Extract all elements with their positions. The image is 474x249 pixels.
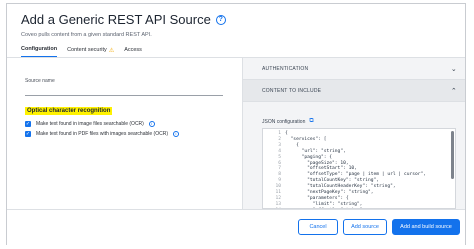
cancel-button[interactable]: Cancel: [298, 219, 338, 235]
source-name-input[interactable]: [25, 86, 223, 96]
json-config-label: JSON configuration ⧉: [262, 118, 314, 125]
dialog-header: Add a Generic REST API Source ? Coveo pu…: [21, 12, 226, 38]
line-numbers: 123456789101112131415161718: [263, 131, 281, 208]
add-source-button[interactable]: Add source: [343, 219, 387, 235]
ocr-section-title: Optical character recognition: [25, 107, 113, 115]
ocr-pdf-option: ✓ Make text found in PDF files with imag…: [25, 131, 230, 137]
ocr-image-label: Make text found in image files searchabl…: [36, 121, 144, 127]
settings-panel: AUTHENTICATION ⌄ CONTENT TO INCLUDE ⌃ JS…: [242, 58, 465, 209]
help-icon[interactable]: ?: [215, 14, 226, 25]
warning-icon: ⚠: [108, 47, 115, 54]
copy-icon[interactable]: ⧉: [309, 118, 313, 125]
authentication-accordion[interactable]: AUTHENTICATION ⌄: [243, 58, 465, 80]
json-editor[interactable]: 123456789101112131415161718 { "services"…: [262, 128, 456, 209]
json-code[interactable]: { "services": [ { "url": "string", "pagi…: [285, 131, 426, 208]
info-icon[interactable]: i: [148, 121, 155, 127]
chevron-down-icon: ⌄: [450, 65, 457, 73]
chevron-up-icon: ⌃: [450, 87, 457, 95]
dialog-title: Add a Generic REST API Source: [21, 12, 211, 27]
dialog-footer: Cancel Add source Add and build source: [7, 209, 465, 245]
editor-scrollbar[interactable]: [451, 131, 454, 179]
ocr-image-option: ✓ Make text found in image files searcha…: [25, 121, 230, 127]
ocr-pdf-checkbox[interactable]: ✓: [25, 131, 31, 137]
dialog-subtitle: Coveo pulls content from a given standar…: [21, 32, 152, 38]
source-name-label: Source name: [25, 78, 55, 84]
add-and-build-button[interactable]: Add and build source: [392, 219, 460, 235]
add-source-dialog: Add a Generic REST API Source ? Coveo pu…: [6, 3, 466, 245]
ocr-pdf-label: Make text found in PDF files with images…: [36, 131, 168, 137]
ocr-image-checkbox[interactable]: ✓: [25, 121, 31, 127]
configuration-form: Source name Optical character recognitio…: [25, 70, 230, 137]
info-icon[interactable]: i: [173, 131, 179, 137]
content-accordion[interactable]: CONTENT TO INCLUDE ⌃: [243, 80, 465, 102]
